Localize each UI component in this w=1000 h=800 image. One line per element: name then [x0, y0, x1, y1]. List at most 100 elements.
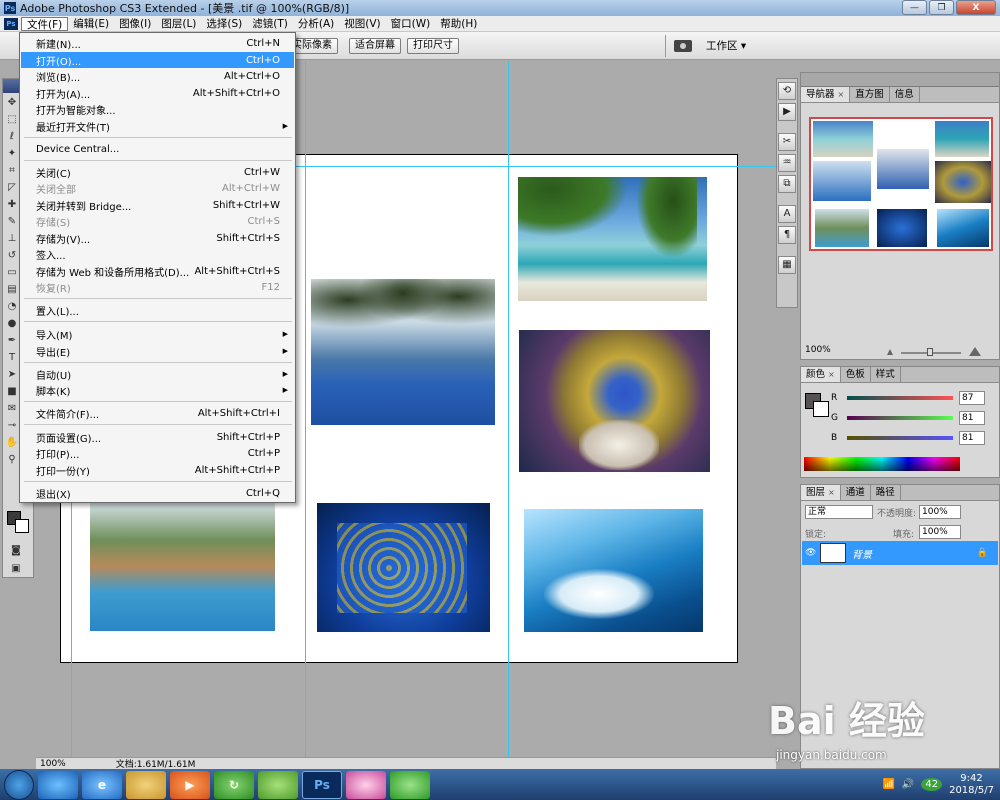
tab-navigator[interactable]: 导航器 ×: [801, 87, 851, 102]
menu-item-open-as[interactable]: 打开为(A)... Alt+Shift+Ctrl+O: [21, 85, 294, 101]
clone-source-icon[interactable]: ⧉: [778, 175, 796, 193]
type-tool-icon[interactable]: T: [5, 351, 19, 365]
picture-app-icon[interactable]: [346, 770, 386, 799]
menu-analysis[interactable]: 分析(A): [293, 17, 339, 31]
fit-screen-button[interactable]: 适合屏幕: [349, 38, 401, 54]
blend-mode-select[interactable]: 正常: [805, 505, 873, 519]
tab-layers[interactable]: 图层 ×: [801, 485, 841, 500]
pen-tool-icon[interactable]: ✒: [5, 334, 19, 348]
start-button[interactable]: [4, 769, 34, 800]
menu-file[interactable]: 文件(F): [21, 16, 69, 31]
red-slider[interactable]: [847, 396, 953, 400]
close-icon[interactable]: ×: [838, 90, 845, 99]
paragraph-icon[interactable]: ¶: [778, 226, 796, 244]
ie-browser-icon[interactable]: e: [82, 770, 122, 799]
menu-layer[interactable]: 图层(L): [156, 17, 201, 31]
menu-item-close-go-bridge[interactable]: 关闭并转到 Bridge... Shift+Ctrl+W: [21, 197, 294, 213]
menu-item-print-one-copy[interactable]: 打印一份(Y) Alt+Shift+Ctrl+P: [21, 462, 294, 478]
close-icon[interactable]: ×: [828, 370, 835, 379]
volume-icon[interactable]: 🔊: [902, 779, 914, 790]
quick-mask-icon[interactable]: ◙: [9, 544, 23, 558]
gradient-tool-icon[interactable]: ▤: [5, 283, 19, 297]
menu-item-save-as[interactable]: 存储为(V)... Shift+Ctrl+S: [21, 230, 294, 246]
notification-badge[interactable]: 42: [921, 778, 943, 791]
menu-item-print[interactable]: 打印(P)... Ctrl+P: [21, 445, 294, 461]
red-value-field[interactable]: 87: [959, 391, 985, 405]
menu-item-file-info[interactable]: 文件简介(F)... Alt+Shift+Ctrl+I: [21, 405, 294, 421]
healing-brush-icon[interactable]: ✚: [5, 198, 19, 212]
menu-item-new[interactable]: 新建(N)... Ctrl+N: [21, 35, 294, 51]
minimize-button[interactable]: —: [902, 0, 927, 15]
photo-resort-pool[interactable]: [90, 501, 275, 631]
panel-header[interactable]: [801, 73, 999, 87]
character-icon[interactable]: A: [778, 205, 796, 223]
menu-item-recent-files[interactable]: 最近打开文件(T) ▶: [21, 118, 294, 134]
eyedropper-icon[interactable]: ⊸: [5, 419, 19, 433]
tab-swatches[interactable]: 色板: [841, 367, 871, 382]
zoom-tool-icon[interactable]: ⚲: [5, 453, 19, 467]
restore-button[interactable]: ❐: [929, 0, 954, 15]
tab-styles[interactable]: 样式: [871, 367, 901, 382]
menu-item-import[interactable]: 导入(M) ▶: [21, 326, 294, 342]
history-icon[interactable]: ⟲: [778, 82, 796, 100]
close-button[interactable]: X: [956, 0, 996, 15]
path-select-icon[interactable]: ➤: [5, 368, 19, 382]
menu-item-open-smart-object[interactable]: 打开为智能对象...: [21, 101, 294, 117]
qq-app-icon[interactable]: [38, 770, 78, 799]
zoom-in-icon[interactable]: [969, 347, 981, 356]
close-icon[interactable]: ×: [828, 488, 835, 497]
file-explorer-icon[interactable]: [126, 770, 166, 799]
background-color-swatch[interactable]: [15, 519, 29, 533]
brushes-icon[interactable]: ♒: [778, 154, 796, 172]
menu-view[interactable]: 视图(V): [339, 17, 385, 31]
tab-info[interactable]: 信息: [890, 87, 920, 102]
menu-edit[interactable]: 编辑(E): [68, 17, 114, 31]
lasso-tool-icon[interactable]: ℓ: [5, 130, 19, 144]
history-brush-icon[interactable]: ↺: [5, 249, 19, 263]
tab-color[interactable]: 颜色 ×: [801, 367, 841, 382]
shape-tool-icon[interactable]: ■: [5, 385, 19, 399]
color-spectrum-bar[interactable]: [804, 457, 960, 471]
layer-row[interactable]: 👁 背景 🔒: [802, 541, 998, 565]
photo-jetty-beach[interactable]: [518, 177, 707, 301]
menu-item-scripts[interactable]: 脚本(K) ▶: [21, 382, 294, 398]
menu-item-export[interactable]: 导出(E) ▶: [21, 343, 294, 359]
refresh-app-icon[interactable]: ↻: [214, 770, 254, 799]
zoom-slider-thumb[interactable]: [927, 348, 933, 356]
blue-slider[interactable]: [847, 436, 953, 440]
network-icon[interactable]: 📶: [882, 779, 894, 790]
status-zoom[interactable]: 100%: [40, 759, 66, 769]
photo-palm-pool[interactable]: [311, 279, 495, 425]
menu-item-save-for-web[interactable]: 存储为 Web 和设备所用格式(D)... Alt+Shift+Ctrl+S: [21, 263, 294, 279]
navigator-zoom-value[interactable]: 100%: [805, 345, 831, 355]
zoom-out-icon[interactable]: [887, 349, 893, 355]
menu-item-exit[interactable]: 退出(X) Ctrl+Q: [21, 485, 294, 501]
blur-tool-icon[interactable]: ◔: [5, 300, 19, 314]
slice-tool-icon[interactable]: ◸: [5, 181, 19, 195]
eraser-tool-icon[interactable]: ▭: [5, 266, 19, 280]
brush-tool-icon[interactable]: ✎: [5, 215, 19, 229]
menu-item-page-setup[interactable]: 页面设置(G)... Shift+Ctrl+P: [21, 429, 294, 445]
tab-histogram[interactable]: 直方图: [850, 87, 890, 102]
clock[interactable]: 9:42 2018/5/7: [949, 773, 994, 797]
move-tool-icon[interactable]: ✥: [5, 96, 19, 110]
tool-presets-icon[interactable]: ✂: [778, 133, 796, 151]
menu-image[interactable]: 图像(I): [114, 17, 156, 31]
fill-field[interactable]: 100%: [919, 525, 961, 539]
actions-icon[interactable]: ▶: [778, 103, 796, 121]
camera-icon[interactable]: [674, 39, 692, 52]
crop-tool-icon[interactable]: ⌗: [5, 164, 19, 178]
menu-filter[interactable]: 滤镜(T): [247, 17, 293, 31]
wechat-icon[interactable]: [390, 770, 430, 799]
menu-item-browse[interactable]: 浏览(B)... Alt+Ctrl+O: [21, 68, 294, 84]
dodge-tool-icon[interactable]: ●: [5, 317, 19, 331]
photoshop-taskbar-icon[interactable]: Ps: [302, 770, 342, 799]
stamp-tool-icon[interactable]: ⊥: [5, 232, 19, 246]
photo-fish-school[interactable]: [317, 503, 490, 632]
menu-item-place[interactable]: 置入(L)...: [21, 302, 294, 318]
marquee-tool-icon[interactable]: ⬚: [5, 113, 19, 127]
photoshop-logo-icon[interactable]: Ps: [4, 17, 18, 30]
menu-item-close[interactable]: 关闭(C) Ctrl+W: [21, 164, 294, 180]
photo-ocean-wave[interactable]: [524, 509, 703, 632]
menu-select[interactable]: 选择(S): [201, 17, 247, 31]
